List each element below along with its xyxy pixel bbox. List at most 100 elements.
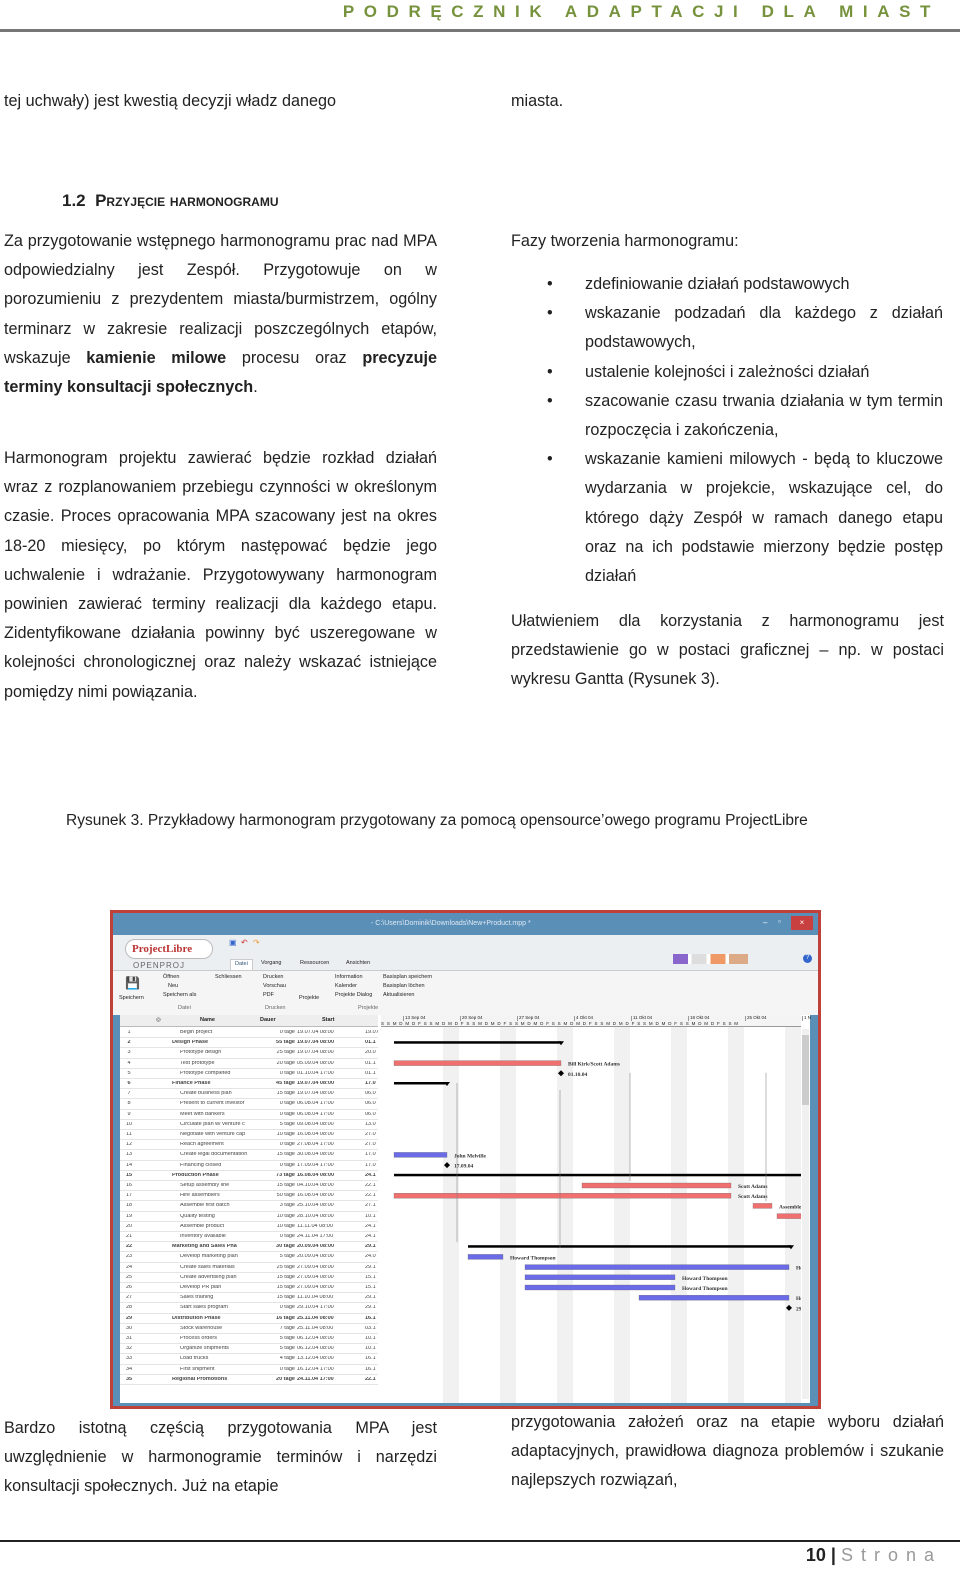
- task-name: Regional Promotions: [172, 1376, 228, 1382]
- table-row[interactable]: 5 Prototype completed 0 tage 01.10.04 17:00…: [120, 1069, 378, 1079]
- table-row[interactable]: 6 Finance Phase 45 tage 19.07.04 08:00 17.0: [120, 1079, 378, 1090]
- close-project-button[interactable]: Schliessen: [215, 974, 242, 981]
- tab-ansichten[interactable]: Ansichten: [346, 960, 370, 967]
- table-row[interactable]: 31 Process orders 5 tage 06.12.04 08:00 10.1: [120, 1334, 378, 1345]
- task-name: Create advertising plan: [180, 1274, 237, 1280]
- bar-label: Assemblers: [779, 1204, 801, 1210]
- calendar-button[interactable]: Kalender: [335, 983, 357, 990]
- task-name: Sales training: [180, 1295, 214, 1301]
- table-row[interactable]: 2 Design Phase 55 tage 19.07.04 08:00 01.1: [120, 1038, 378, 1049]
- save-as-button[interactable]: Speichern als: [163, 992, 196, 999]
- projects-button[interactable]: Projekte: [299, 995, 319, 1002]
- table-row[interactable]: 16 Setup assembly line 15 tage 04.10.04 08:…: [120, 1181, 378, 1192]
- task-start: 17.09.04 17:00: [297, 1162, 334, 1168]
- baseline-save-button[interactable]: Basisplan speichern: [383, 974, 432, 981]
- task-bar: [467, 1254, 504, 1260]
- table-row[interactable]: 12 Reach agreement 0 tage 27.08.04 17:00 27.…: [120, 1140, 378, 1151]
- information-button[interactable]: Information: [335, 974, 363, 981]
- maximize-button[interactable]: ▫: [778, 918, 781, 926]
- row-number: 17: [125, 1193, 133, 1199]
- table-row[interactable]: 28 Start sales program 0 tage 29.10.04 17:0…: [120, 1303, 378, 1314]
- table-row[interactable]: 18 Assemble first batch 3 tage 25.10.04 08:…: [120, 1201, 378, 1212]
- task-duration: 16 tage: [276, 1315, 295, 1321]
- project-dialog-button[interactable]: Projekte Dialog: [335, 992, 372, 999]
- task-name: Inventory available: [180, 1234, 226, 1239]
- table-row[interactable]: 3 Prototype design 25 tage 19.07.04 08:00 20…: [120, 1048, 378, 1059]
- task-finish: 29.1: [365, 1305, 376, 1311]
- logo: ProjectLibre: [125, 939, 213, 959]
- task-name: Assemble first batch: [180, 1203, 230, 1209]
- table-row[interactable]: 32 Organize shipments 5 tage 06.12.04 08:00…: [120, 1344, 378, 1355]
- save-button[interactable]: Speichern: [119, 995, 144, 1002]
- update-button[interactable]: Aktualisieren: [383, 992, 415, 999]
- list-item: wskazanie podzadań dla każdego z działań…: [511, 299, 943, 357]
- scrollbar-thumb[interactable]: [802, 1035, 809, 1105]
- table-row[interactable]: 27 Sales training 15 tage 11.10.04 08:00 29.…: [120, 1293, 378, 1304]
- save-icon[interactable]: ▣: [229, 939, 237, 947]
- phases-list: zdefiniowanie działań podstawowych wskaz…: [511, 270, 943, 591]
- table-row[interactable]: 8 Present to current investor 0 tage 06.08.…: [120, 1099, 378, 1110]
- task-finish: 10.1: [365, 1336, 376, 1341]
- table-row[interactable]: 35 Regional Promotions 20 tage 24.11.04 17:…: [120, 1375, 378, 1385]
- tab-ressourcen[interactable]: Ressourcen: [300, 960, 329, 967]
- row-number: 9: [127, 1111, 131, 1117]
- print-button[interactable]: Drucken: [263, 974, 283, 981]
- table-row[interactable]: 9 Meet with bankers 0 tage 06.08.04 17:00 06…: [120, 1110, 378, 1120]
- task-name: Begin project: [180, 1030, 213, 1035]
- table-row[interactable]: 25 Create advertising plan 15 tage 27.09.04…: [120, 1273, 378, 1283]
- pdf-button[interactable]: PDF: [263, 992, 274, 999]
- vertical-scrollbar[interactable]: [802, 1029, 809, 1399]
- view-toolbar-icons[interactable]: [673, 954, 748, 964]
- week-label: 1 N: [802, 1015, 812, 1021]
- window-title: - C:\Users\Dominik\Downloads\New+Product…: [371, 920, 531, 927]
- task-name: Marketing and Sales Pha: [172, 1244, 237, 1250]
- table-row[interactable]: 24 Create sales materials 25 tage 27.09.04 …: [120, 1263, 378, 1273]
- table-row[interactable]: 23 Develop marketing plan 5 tage 20.09.04 0…: [120, 1252, 378, 1263]
- table-row[interactable]: 15 Production Phase 73 tage 16.08.04 08:00 2…: [120, 1171, 378, 1181]
- table-row[interactable]: 4 Test prototype 20 tage 05.09.04 08:00 01.1: [120, 1059, 378, 1069]
- undo-icon[interactable]: ↶: [241, 939, 248, 947]
- close-button[interactable]: ×: [791, 916, 813, 930]
- table-row[interactable]: 17 Hire assemblers 50 tage 16.08.04 08:00 22…: [120, 1191, 378, 1202]
- row-number: 31: [125, 1336, 133, 1341]
- task-finish: 24.1: [365, 1223, 376, 1229]
- table-row[interactable]: 26 Develop PR plan 15 tage 27.09.04 08:00 15…: [120, 1283, 378, 1294]
- column-dauer[interactable]: Dauer: [260, 1017, 276, 1024]
- redo-icon[interactable]: ↷: [253, 939, 260, 947]
- new-button[interactable]: Neu: [168, 983, 178, 990]
- table-row[interactable]: 1 Begin project 0 tage 19.07.04 08:00 19.07: [120, 1028, 379, 1039]
- preview-button[interactable]: Vorschau: [263, 983, 286, 990]
- task-start: 06.08.04 17:00: [297, 1101, 334, 1107]
- table-row[interactable]: 20 Assemble product 10 tage 11.11.04 08:00 2…: [120, 1222, 378, 1232]
- row-number: 34: [125, 1366, 133, 1372]
- table-row[interactable]: 19 Quality testing 10 tage 28.10.04 08:00 10…: [120, 1212, 378, 1222]
- table-row[interactable]: 10 Circulate plan w/ venture c 5 tage 09.08…: [120, 1120, 378, 1130]
- task-finish: 10.1: [365, 1346, 376, 1352]
- task-duration: 15 tage: [276, 1183, 295, 1188]
- row-number: 13: [125, 1152, 133, 1158]
- table-row[interactable]: 34 First shipment 0 tage 16.12.04 17:00 16.1: [120, 1365, 378, 1375]
- week-label: 11 Okt 04: [631, 1015, 653, 1021]
- page-num: 10: [805, 1545, 826, 1565]
- table-row[interactable]: 29 Distribution Phase 16 tage 25.11.04 08:0…: [120, 1314, 378, 1324]
- column-start[interactable]: Start: [322, 1017, 335, 1024]
- baseline-delete-button[interactable]: Basisplan löchen: [383, 983, 425, 990]
- table-row[interactable]: 22 Marketing and Sales Pha 30 tage 20.09.04…: [120, 1242, 378, 1253]
- list-item: wskazanie kamieni milowych - będą to klu…: [511, 445, 943, 591]
- task-bar: [524, 1274, 676, 1280]
- open-button[interactable]: Öffnen: [163, 974, 179, 981]
- task-duration: 25 tage: [276, 1050, 295, 1056]
- task-start: 11.11.04 08:00: [297, 1223, 333, 1229]
- table-row[interactable]: 30 Stock warehouse 7 tage 25.11.04 08:00 03.…: [120, 1324, 378, 1334]
- table-row[interactable]: 13 Create legal documentation 15 tage 30.08…: [120, 1150, 378, 1161]
- tab-vorgang[interactable]: Vorgang: [261, 960, 282, 967]
- minimize-button[interactable]: –: [763, 919, 767, 927]
- table-row[interactable]: 14 Financing closed 0 tage 17.09.04 17:00 17…: [120, 1161, 378, 1171]
- table-row[interactable]: 11 Negotiate with venture cap 10 tage 16.08…: [120, 1130, 378, 1141]
- table-row[interactable]: 33 Load trucks 4 tage 13.12.04 08:00 16.1: [120, 1354, 378, 1365]
- table-row[interactable]: 21 Inventory available 0 tage 24.11.04 17:0…: [120, 1232, 378, 1243]
- tab-datei[interactable]: Datei: [230, 959, 253, 971]
- table-row[interactable]: 7 Create business plan 15 tage 19.07.04 08:…: [120, 1089, 378, 1100]
- help-icon[interactable]: ?: [803, 954, 812, 963]
- column-name[interactable]: Name: [200, 1017, 215, 1024]
